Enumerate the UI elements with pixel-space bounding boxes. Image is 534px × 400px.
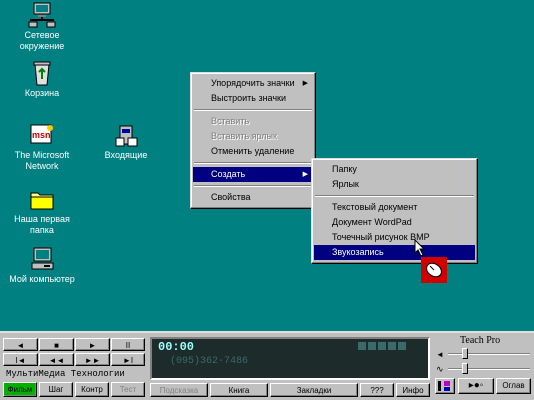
- mouse-tutorial-icon: [421, 257, 447, 283]
- menu-separator: [194, 162, 312, 164]
- menu-item-paste: Вставить: [211, 116, 250, 126]
- fast-forward-button[interactable]: ►►: [75, 353, 110, 366]
- menu-separator: [315, 195, 474, 197]
- desktop-icon-folder[interactable]: Наша первая папка: [2, 186, 82, 236]
- speed-slider[interactable]: [448, 363, 530, 374]
- lcd-display: 00:00 (095)362-7486: [150, 337, 430, 380]
- teach-mode-icon: [438, 381, 450, 391]
- lcd-indicators: [358, 342, 426, 352]
- icon-label: Входящие: [104, 150, 148, 160]
- menu-item-new[interactable]: Создать ▶: [193, 167, 313, 182]
- brand-label: МультиМедиа Технологии: [6, 369, 125, 379]
- icon-label: Корзина: [24, 88, 60, 98]
- svg-text:msn: msn: [32, 130, 51, 140]
- submenu-item-wave-sound[interactable]: Звукозапись: [314, 245, 475, 260]
- menu-item-undo-delete[interactable]: Отменить удаление: [193, 144, 313, 159]
- speed-slider-thumb[interactable]: [462, 363, 468, 374]
- menu-item-paste-shortcut: Вставить ярлык: [211, 131, 277, 141]
- menu-item-properties[interactable]: Свойства: [193, 190, 313, 205]
- pause-button[interactable]: II: [111, 338, 145, 351]
- submenu-arrow-icon: ▶: [302, 171, 308, 178]
- teach-pro-title: Teach Pro: [460, 335, 501, 346]
- new-submenu: Папку Ярлык Текстовый документ Документ …: [311, 158, 478, 264]
- submenu-item-shortcut[interactable]: Ярлык: [314, 177, 475, 192]
- icon-label: The Microsoft Network: [14, 150, 70, 171]
- msn-icon: msn: [28, 122, 56, 148]
- speed-icon: ∿: [436, 364, 444, 374]
- transport-panel: ◄ ■ ► II I◄ ◄◄ ►► ►I: [3, 338, 145, 368]
- record-button[interactable]: ▸●◦: [458, 378, 494, 394]
- help-button[interactable]: ???: [360, 383, 394, 397]
- desktop-icon-inbox[interactable]: Входящие: [86, 122, 166, 161]
- submenu-item-wordpad-document[interactable]: Документ WordPad: [314, 215, 475, 230]
- tab-test: Тест: [111, 382, 145, 397]
- submenu-item-folder[interactable]: Папку: [314, 162, 475, 177]
- rewind-button[interactable]: ◄: [3, 338, 38, 351]
- hint-button: Подсказка: [150, 383, 208, 397]
- book-button[interactable]: Книга: [210, 383, 268, 397]
- desktop-context-menu: Упорядочить значки ▶ Выстроить значки Вст…: [190, 72, 316, 209]
- teach-mode-button[interactable]: [435, 378, 455, 394]
- menu-item-line-up-icons[interactable]: Выстроить значки: [193, 91, 313, 106]
- desktop-icon-recycle-bin[interactable]: Корзина: [2, 60, 82, 99]
- menu-separator: [194, 109, 312, 111]
- submenu-arrow-icon: ▶: [302, 80, 308, 87]
- my-computer-icon: [28, 246, 56, 272]
- info-button[interactable]: Инфо: [396, 383, 430, 397]
- volume-icon: ◄: [436, 350, 444, 359]
- icon-label: Наша первая папка: [14, 214, 70, 235]
- contents-button[interactable]: Оглав: [496, 378, 531, 394]
- stop-button[interactable]: ■: [39, 338, 74, 351]
- skip-start-button[interactable]: I◄: [3, 353, 38, 366]
- recycle-bin-icon: [28, 60, 56, 86]
- bookmarks-button[interactable]: Закладки: [270, 383, 358, 397]
- tab-step[interactable]: Шаг: [39, 382, 73, 397]
- fast-rewind-button[interactable]: ◄◄: [39, 353, 74, 366]
- desktop-icon-my-computer[interactable]: Мой компьютер: [2, 246, 82, 285]
- mouse-pointer-icon: [414, 238, 426, 259]
- lcd-time: 00:00: [158, 340, 195, 354]
- desktop-icon-msn[interactable]: msn The Microsoft Network: [2, 122, 82, 172]
- submenu-item-bitmap-image[interactable]: Точечный рисунок BMP: [314, 230, 475, 245]
- lcd-phone: (095)362-7486: [170, 356, 249, 367]
- network-neighborhood-icon: [28, 2, 56, 28]
- menu-item-arrange-icons[interactable]: Упорядочить значки ▶: [193, 76, 313, 91]
- tab-film[interactable]: Фильм: [3, 382, 37, 397]
- folder-icon: [28, 186, 56, 212]
- volume-slider-thumb[interactable]: [462, 348, 468, 359]
- play-button[interactable]: ►: [75, 338, 110, 351]
- submenu-item-text-document[interactable]: Текстовый документ: [314, 200, 475, 215]
- icon-label: Мой компьютер: [9, 274, 75, 284]
- tab-control[interactable]: Контр: [75, 382, 109, 397]
- volume-slider[interactable]: [448, 348, 530, 359]
- skip-end-button[interactable]: ►I: [111, 353, 145, 366]
- inbox-icon: [112, 122, 140, 148]
- teach-pro-panel: Teach Pro ◄ ∿ ▸●◦ Оглав: [434, 335, 532, 397]
- menu-separator: [194, 185, 312, 187]
- icon-label: Сетевое окружение: [19, 30, 65, 51]
- desktop-icon-network[interactable]: Сетевое окружение: [2, 2, 82, 52]
